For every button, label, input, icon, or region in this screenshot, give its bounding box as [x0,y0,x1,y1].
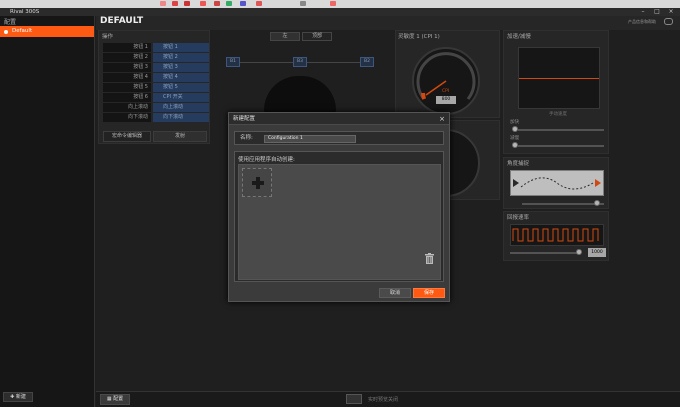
window-title: Rival 300S [10,9,40,15]
window-titlebar: Rival 300S – □ × [0,8,680,16]
tab-icon [184,1,190,6]
trash-icon[interactable] [425,253,434,264]
close-window-button[interactable]: × [664,8,678,16]
page-title: DEFAULT [100,16,144,26]
new-config-dialog: 新建配置 × 名称: Configuration 1 使用应用程序自动创建: 取… [228,112,450,302]
new-config-label: 新建 [15,394,26,400]
apps-label: 使用应用程序自动创建: [238,157,295,163]
help-link[interactable]: 产品信息和帮助 [628,19,656,25]
tab-icon [172,1,178,6]
apps-section: 使用应用程序自动创建: [234,151,444,282]
toggle-icon[interactable] [664,18,673,25]
name-row: 名称: Configuration 1 [234,131,444,145]
config-button[interactable]: ▦ 配置 [100,394,130,405]
close-icon[interactable]: × [439,113,445,125]
apps-list[interactable] [238,164,441,280]
sidebar-item-default[interactable]: Default [0,26,94,37]
tab-icon [200,1,206,6]
tab-icon [256,1,262,6]
tab-icon [226,1,232,6]
cancel-button[interactable]: 取消 [379,288,411,298]
name-label: 名称: [240,135,253,141]
dialog-title: 新建配置 [233,116,256,122]
tab-icon [330,1,336,6]
plus-icon [256,177,260,189]
config-sidebar: 配置 Default [0,16,95,407]
dialog-header: 新建配置 × [229,113,449,125]
sidebar-header: 配置 [4,19,17,26]
tab-icon [300,1,306,6]
active-dot-icon [4,29,8,34]
bottom-bar: ▦ 配置 实时预览关闭 [96,391,680,407]
sidebar-item-label: Default [12,28,33,34]
minimize-button[interactable]: – [636,8,650,16]
top-taskbar-strip [0,0,680,8]
save-button[interactable]: 保存 [413,288,445,298]
add-app-button[interactable] [242,168,272,197]
new-config-button[interactable]: ✚ 新建 [3,392,33,402]
live-preview-label: 实时预览关闭 [368,397,399,403]
tab-icon [160,1,166,6]
maximize-button[interactable]: □ [650,8,664,16]
tab-icon [240,1,246,6]
name-input[interactable]: Configuration 1 [264,135,356,143]
tab-icon [214,1,220,6]
live-preview-toggle[interactable] [346,394,362,404]
config-button-label: 配置 [113,396,124,402]
